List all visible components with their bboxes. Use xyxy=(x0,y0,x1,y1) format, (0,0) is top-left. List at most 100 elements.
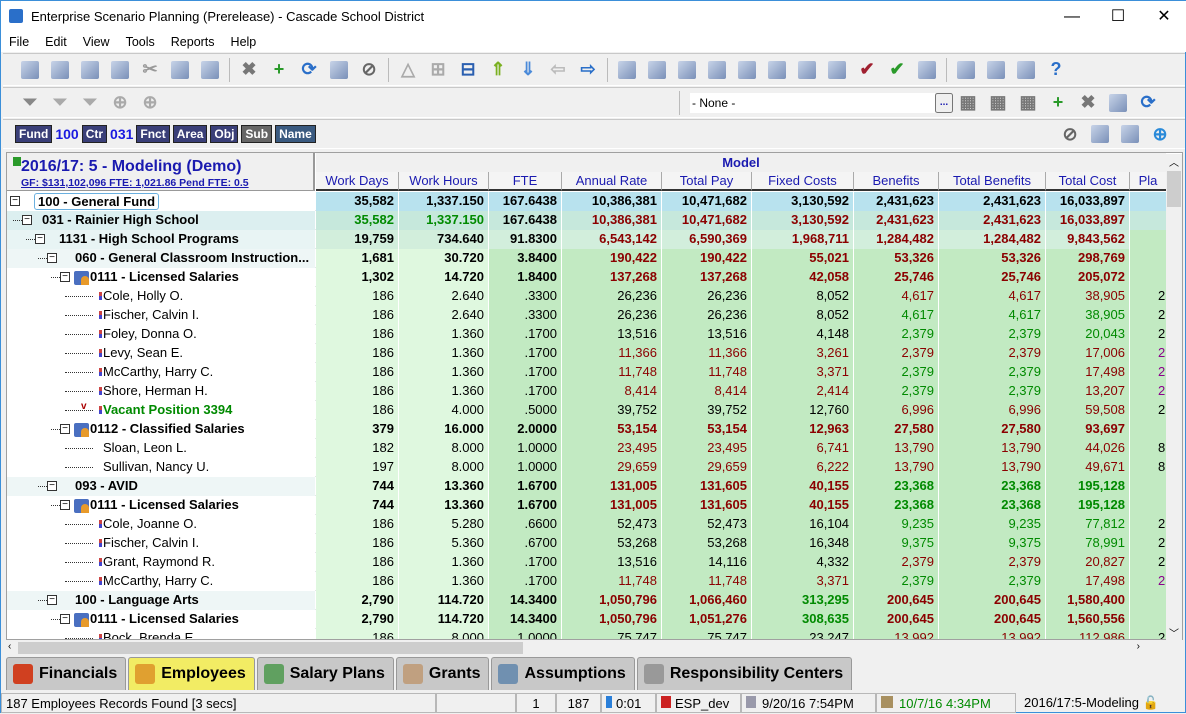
tree-cell[interactable]: Foley, Donna O. xyxy=(7,325,315,344)
value-cell-annual-rate[interactable]: 6,543,142 xyxy=(562,230,662,249)
table-row[interactable]: − 0111 - Licensed Salaries 744 13.360 1.6700… xyxy=(7,496,1167,515)
value-cell-total-benefits[interactable]: 2,379 xyxy=(939,553,1046,572)
segment-chip-sub[interactable]: Sub xyxy=(241,125,273,143)
menu-view[interactable]: View xyxy=(75,32,118,52)
value-cell-work-hours[interactable]: 5.280 xyxy=(399,515,489,534)
value-cell-work-days[interactable]: 186 xyxy=(316,572,399,591)
value-cell-total-pay[interactable]: 53,154 xyxy=(662,420,752,439)
value-cell-fixed-costs[interactable]: 40,155 xyxy=(752,496,854,515)
value-cell-fte[interactable]: .6700 xyxy=(489,534,562,553)
collapse-toggle[interactable]: − xyxy=(10,196,20,206)
value-cell-benefits[interactable]: 1,284,482 xyxy=(854,230,939,249)
collapse-toggle[interactable]: − xyxy=(47,253,57,263)
employee-grid[interactable]: 2016/17: 5 - Modeling (Demo) GF: $131,10… xyxy=(6,152,1183,640)
table-row[interactable]: − 100 - General Fund 35,582 1,337.150 167.64… xyxy=(7,192,1167,211)
value-cell-work-days[interactable]: 186 xyxy=(316,553,399,572)
tab-salary-plans[interactable]: Salary Plans xyxy=(256,657,394,690)
menu-edit[interactable]: Edit xyxy=(37,32,75,52)
value-cell-total-pay[interactable]: 190,422 xyxy=(662,249,752,268)
table-row[interactable]: − 1131 - High School Programs 19,759 734.64… xyxy=(7,230,1167,249)
column-header-fte[interactable]: FTE xyxy=(489,172,562,191)
table-row[interactable]: Sloan, Leon L. 182 8.000 1.0000 23,495 23,495… xyxy=(7,439,1167,458)
value-cell-total-benefits[interactable]: 4,617 xyxy=(939,306,1046,325)
merge-icon[interactable] xyxy=(1088,122,1112,146)
tree-cell[interactable]: Sloan, Leon L. xyxy=(7,439,315,458)
value-cell-pla[interactable] xyxy=(1130,230,1167,249)
tree-cell[interactable]: Fischer, Calvin I. xyxy=(7,306,315,325)
value-cell-total-cost[interactable]: 17,498 xyxy=(1046,572,1130,591)
value-cell-pla[interactable] xyxy=(1130,610,1167,629)
value-cell-total-benefits[interactable]: 6,996 xyxy=(939,401,1046,420)
value-cell-work-hours[interactable]: 1.360 xyxy=(399,363,489,382)
column-header-total-cost[interactable]: Total Cost xyxy=(1046,172,1130,191)
tree-cell[interactable]: − 0111 - Licensed Salaries xyxy=(7,610,315,629)
add-icon[interactable]: + xyxy=(267,58,291,82)
value-cell-total-benefits[interactable]: 2,431,623 xyxy=(939,211,1046,230)
value-cell-total-cost[interactable]: 298,769 xyxy=(1046,249,1130,268)
value-cell-fte[interactable]: .1700 xyxy=(489,572,562,591)
value-cell-work-days[interactable]: 186 xyxy=(316,287,399,306)
value-cell-benefits[interactable]: 9,375 xyxy=(854,534,939,553)
tree-cell[interactable]: − 100 - General Fund xyxy=(7,192,315,211)
tree-cell[interactable]: Cole, Holly O. xyxy=(7,287,315,306)
value-cell-fixed-costs[interactable]: 1,968,711 xyxy=(752,230,854,249)
value-cell-fte[interactable]: 1.6700 xyxy=(489,477,562,496)
grid-target-icon[interactable]: ▦ xyxy=(956,91,980,115)
value-cell-fte[interactable]: .5000 xyxy=(489,401,562,420)
value-cell-work-hours[interactable]: 4.000 xyxy=(399,401,489,420)
tab-grants[interactable]: Grants xyxy=(395,657,490,690)
value-cell-total-cost[interactable]: 1,580,400 xyxy=(1046,591,1130,610)
value-cell-benefits[interactable]: 2,379 xyxy=(854,363,939,382)
value-cell-fixed-costs[interactable]: 8,052 xyxy=(752,306,854,325)
value-cell-total-cost[interactable]: 9,843,562 xyxy=(1046,230,1130,249)
value-cell-annual-rate[interactable]: 131,005 xyxy=(562,477,662,496)
value-cell-pla[interactable]: 25 xyxy=(1130,515,1167,534)
value-cell-total-benefits[interactable]: 25,746 xyxy=(939,268,1046,287)
value-cell-work-hours[interactable]: 13.360 xyxy=(399,477,489,496)
value-cell-work-days[interactable]: 35,582 xyxy=(316,211,399,230)
value-cell-total-pay[interactable]: 26,236 xyxy=(662,306,752,325)
value-cell-pla[interactable] xyxy=(1130,268,1167,287)
value-cell-fte[interactable]: .6600 xyxy=(489,515,562,534)
column-icon[interactable] xyxy=(954,58,978,82)
value-cell-pla[interactable] xyxy=(1130,477,1167,496)
value-cell-fte[interactable]: 91.8300 xyxy=(489,230,562,249)
value-cell-fixed-costs[interactable]: 3,261 xyxy=(752,344,854,363)
value-cell-benefits[interactable]: 2,379 xyxy=(854,344,939,363)
value-cell-total-benefits[interactable]: 13,790 xyxy=(939,458,1046,477)
value-cell-annual-rate[interactable]: 13,516 xyxy=(562,553,662,572)
notebook-icon[interactable] xyxy=(735,58,759,82)
value-cell-work-hours[interactable]: 30.720 xyxy=(399,249,489,268)
tree-cell[interactable]: − 0111 - Licensed Salaries xyxy=(7,268,315,287)
value-cell-work-hours[interactable]: 1.360 xyxy=(399,344,489,363)
value-cell-total-cost[interactable]: 13,207 xyxy=(1046,382,1130,401)
value-cell-pla[interactable]: 25 xyxy=(1130,572,1167,591)
table-row[interactable]: −031 - Rainier High School 35,582 1,337.15… xyxy=(7,211,1167,230)
value-cell-total-pay[interactable]: 137,268 xyxy=(662,268,752,287)
value-cell-annual-rate[interactable]: 13,516 xyxy=(562,325,662,344)
value-cell-total-benefits[interactable]: 200,645 xyxy=(939,591,1046,610)
delete-icon[interactable]: ✖ xyxy=(237,58,261,82)
gear-window-icon[interactable] xyxy=(795,58,819,82)
value-cell-total-pay[interactable]: 26,236 xyxy=(662,287,752,306)
value-cell-pla[interactable]: 2 xyxy=(1130,629,1167,639)
value-cell-total-pay[interactable]: 75,747 xyxy=(662,629,752,639)
value-cell-work-days[interactable]: 186 xyxy=(316,306,399,325)
value-cell-benefits[interactable]: 23,368 xyxy=(854,477,939,496)
value-cell-work-days[interactable]: 744 xyxy=(316,477,399,496)
table-row[interactable]: − 0111 - Licensed Salaries 1,302 14.720 1.84… xyxy=(7,268,1167,287)
value-cell-total-pay[interactable]: 1,066,460 xyxy=(662,591,752,610)
scroll-right-icon[interactable]: › xyxy=(1137,641,1140,652)
value-cell-pla[interactable] xyxy=(1130,192,1167,211)
value-cell-fixed-costs[interactable]: 16,348 xyxy=(752,534,854,553)
table-row[interactable]: Cole, Joanne O. 186 5.280.6600 52,473 52,473… xyxy=(7,515,1167,534)
value-cell-work-days[interactable]: 186 xyxy=(316,382,399,401)
add-icon[interactable]: + xyxy=(1046,91,1070,115)
excel-export-icon[interactable] xyxy=(645,58,669,82)
value-cell-total-benefits[interactable]: 13,790 xyxy=(939,439,1046,458)
crosshair-icon[interactable]: ⊕ xyxy=(1148,122,1172,146)
menu-tools[interactable]: Tools xyxy=(118,32,163,52)
value-cell-total-pay[interactable]: 52,473 xyxy=(662,515,752,534)
value-cell-benefits[interactable]: 13,992 xyxy=(854,629,939,639)
target-alt-icon[interactable]: ⊕ xyxy=(138,91,162,115)
